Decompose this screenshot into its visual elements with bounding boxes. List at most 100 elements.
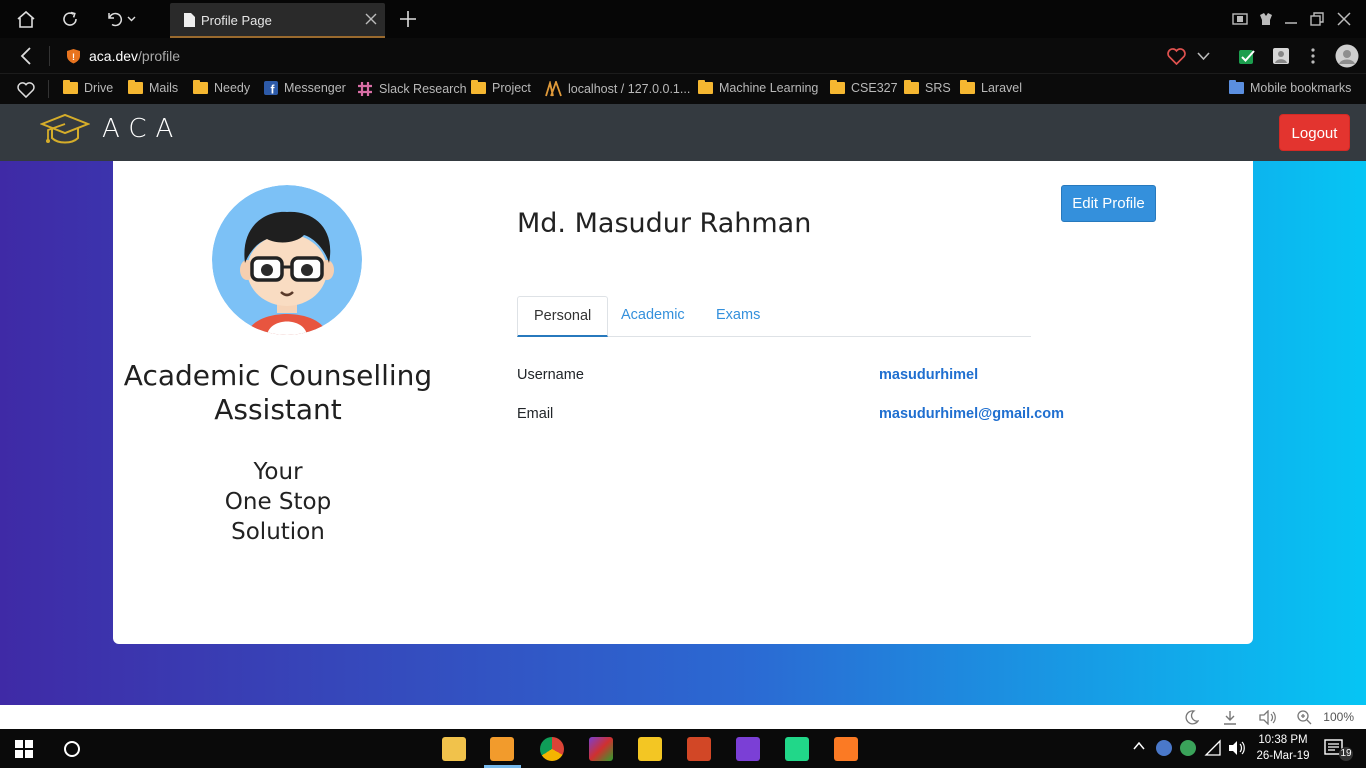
cortana-icon[interactable] [63,740,81,758]
tagline-line: Your [253,459,303,485]
zoom-level: 100% [1323,710,1354,724]
clock-date: 26-Mar-19 [1256,750,1310,762]
edit-profile-button[interactable]: Edit Profile [1061,185,1156,222]
heart-bookmark-icon[interactable] [1167,48,1186,65]
folder-icon [698,80,713,94]
email-value: masudurhimel@gmail.com [879,406,1064,422]
bookmark-mobile[interactable]: Mobile bookmarks [1229,80,1351,95]
active-tab[interactable]: Profile Page [170,3,385,38]
undo-close-tab-icon[interactable] [102,6,140,32]
night-mode-icon[interactable] [1184,710,1199,725]
divider [48,80,49,98]
notification-count: 19 [1340,748,1352,759]
facebook-icon: f [264,81,278,95]
tab-personal[interactable]: Personal [517,296,609,337]
bookmark-machine-learning[interactable]: Machine Learning [698,80,818,95]
pycharm-icon[interactable] [785,737,809,761]
xampp-icon[interactable] [834,737,858,761]
bookmark-laravel[interactable]: Laravel [960,80,1022,95]
avatar [212,185,362,335]
action-center-icon[interactable]: 19 [1324,739,1354,761]
bookmark-srs[interactable]: SRS [904,80,951,95]
app-title: Academic Counselling Assistant [123,359,433,426]
extension-icon[interactable] [1252,6,1280,32]
bookmark-mails[interactable]: Mails [128,80,178,95]
bookmark-needy[interactable]: Needy [193,80,250,95]
brand-logo[interactable]: ACA [40,112,182,146]
uc-browser-icon[interactable] [490,737,514,761]
address-bar: ! aca.dev/profile [0,38,1366,74]
tagline-line: One Stop [224,489,332,515]
url-domain: aca.dev [89,48,139,64]
divider [49,46,50,66]
shield-check-extension-icon[interactable] [1238,47,1256,65]
chevron-up-icon[interactable] [1133,742,1145,750]
tab-exams[interactable]: Exams [700,296,776,337]
profile-tabs: Personal Academic Exams [517,296,1031,337]
volume-icon[interactable] [1259,710,1277,725]
folder-icon [904,80,919,94]
url-field[interactable]: aca.dev/profile [89,48,180,64]
username-value: masudurhimel [879,367,979,383]
bookmarks-heart-icon[interactable] [17,82,35,98]
bookmark-cse327[interactable]: CSE327 [830,80,898,95]
site-navbar: ACA Logout [0,104,1366,161]
profile-avatar-icon[interactable] [1335,44,1359,68]
photo-extension-icon[interactable] [1272,47,1290,65]
zoom-icon[interactable] [1297,710,1312,725]
profile-name: Md. Masudur Rahman [517,208,812,239]
phpstorm-icon[interactable] [736,737,760,761]
home-icon[interactable] [12,6,40,32]
snapshot-icon[interactable] [1226,6,1254,32]
bookmark-drive[interactable]: Drive [63,80,113,95]
folder-icon [63,80,78,94]
tab-title: Profile Page [201,13,272,28]
system-clock[interactable]: 10:38 PM 26-Mar-19 [1256,732,1310,764]
folder-icon [471,80,486,94]
menu-dots-icon[interactable] [1310,47,1316,65]
bookmark-messenger[interactable]: f Messenger [264,81,346,95]
powerpoint-icon[interactable] [687,737,711,761]
winrar-icon[interactable] [589,737,613,761]
windows-taskbar: 10:38 PM 26-Mar-19 19 [0,729,1366,768]
username-label: Username [517,367,584,383]
folder-icon [960,80,975,94]
chevron-down-icon[interactable] [1197,52,1210,61]
folder-icon [193,80,208,94]
bookmark-project[interactable]: Project [471,80,531,95]
tagline: Your One Stop Solution [178,457,378,547]
restore-icon[interactable] [1303,6,1331,32]
browser-status-bar: 100% [0,705,1366,729]
svg-text:!: ! [72,52,75,62]
chrome-icon[interactable] [540,737,564,761]
folder-icon [830,80,845,94]
bookmark-slack-research[interactable]: Slack Research [357,81,467,97]
close-window-icon[interactable] [1330,6,1358,32]
bookmark-localhost[interactable]: localhost / 127.0.0.1... [545,81,690,97]
speaker-icon[interactable] [1228,740,1246,756]
browser-tab-strip: Profile Page [0,0,1366,38]
download-icon[interactable] [1223,710,1237,725]
media-player-icon[interactable] [638,737,662,761]
folder-icon [1229,80,1244,94]
network-app-icon[interactable] [1180,740,1196,756]
logout-button[interactable]: Logout [1279,114,1350,151]
slack-icon [357,81,373,97]
tagline-line: Solution [231,519,325,545]
wifi-icon[interactable] [1204,739,1222,757]
reload-icon[interactable] [56,6,84,32]
site-security-icon[interactable]: ! [66,48,81,64]
back-icon[interactable] [12,43,40,69]
close-tab-icon[interactable] [365,13,377,25]
file-explorer-icon[interactable] [442,737,466,761]
page-favicon-icon [184,13,195,27]
folder-icon [128,80,143,94]
tab-academic[interactable]: Academic [605,296,701,337]
windows-start-icon[interactable] [15,740,33,758]
new-tab-icon[interactable] [394,6,422,32]
clock-time: 10:38 PM [1258,734,1308,746]
language-icon[interactable] [1156,740,1172,756]
brand-name: ACA [102,114,183,144]
minimize-icon[interactable] [1277,6,1305,32]
bookmarks-bar: Drive Mails Needy f Messenger Slack Rese… [0,74,1366,104]
